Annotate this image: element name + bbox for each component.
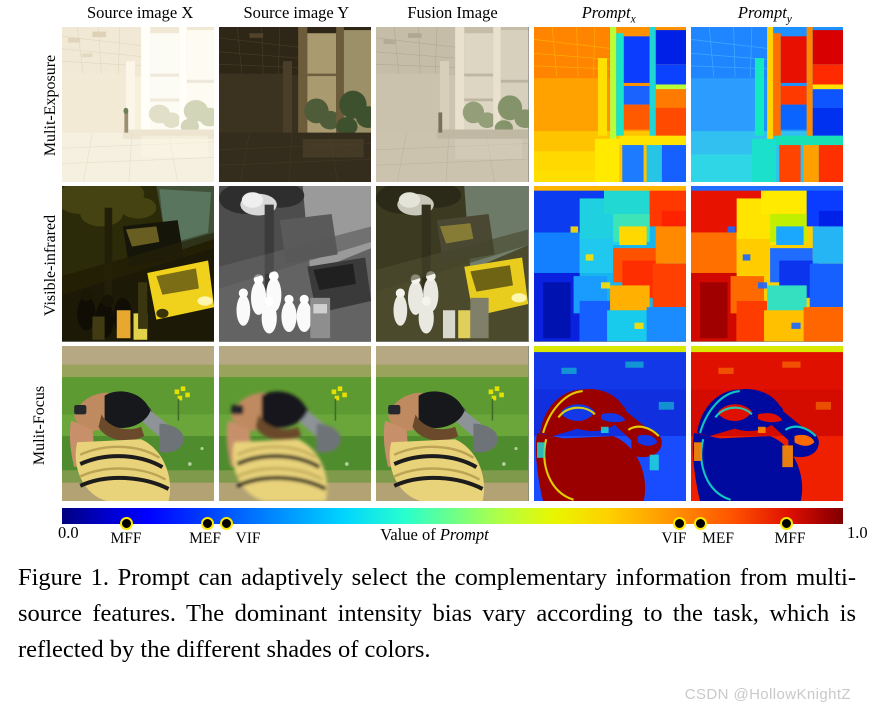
colorbar-marker-mff-left bbox=[119, 517, 133, 530]
column-header-fusion: Fusion Image bbox=[407, 3, 498, 22]
figure-panel: Source image X Source image Y Fusion Ima… bbox=[0, 0, 869, 552]
colorbar-marker-label-vif-right: VIF bbox=[661, 530, 687, 547]
row-label-visible-infrared: Visible-infrared bbox=[42, 214, 60, 317]
column-header-source-y: Source image Y bbox=[243, 3, 350, 22]
colorbar-marker-label-mef-left: MEF bbox=[189, 530, 221, 547]
cell-r1c4-prompt-x bbox=[533, 27, 686, 183]
colorbar-marker-mff-right bbox=[779, 517, 793, 530]
cell-r1c1-source-x bbox=[62, 27, 215, 183]
cell-r2c4-prompt-x bbox=[533, 186, 686, 342]
cell-r3c4-prompt-x bbox=[533, 345, 686, 501]
cell-r2c3-fusion bbox=[376, 186, 529, 342]
cell-r3c3-fusion bbox=[376, 345, 529, 501]
colorbar-marker-label-mef-right: MEF bbox=[702, 530, 734, 547]
colorbar-marker-label-vif-left: VIF bbox=[235, 530, 261, 547]
figure-caption: Figure 1. Prompt can adaptively select t… bbox=[18, 560, 856, 668]
column-header-source-x: Source image X bbox=[86, 3, 194, 22]
colorbar-marker-vif-right bbox=[672, 517, 686, 530]
colorbar-marker-mef-right bbox=[693, 517, 707, 530]
cell-r2c2-source-y bbox=[219, 186, 372, 342]
image-grid bbox=[62, 27, 843, 501]
row-label-multi-focus: Mulit-Focus bbox=[31, 385, 49, 466]
caption-text: Figure 1. Prompt can adaptively select t… bbox=[18, 564, 856, 663]
cell-r1c5-prompt-y bbox=[690, 27, 843, 183]
cell-r3c2-source-y bbox=[219, 345, 372, 501]
column-header-row: Source image X Source image Y Fusion Ima… bbox=[62, 0, 843, 25]
colorbar-marker-vif-left bbox=[219, 517, 233, 530]
cell-r1c2-source-y bbox=[219, 27, 372, 183]
cell-r3c1-source-x bbox=[62, 345, 215, 501]
column-header-prompt-x: Promptx bbox=[581, 3, 636, 26]
colorbar-gradient bbox=[62, 508, 843, 524]
row-label-multi-exposure: Mulit-Exposure bbox=[42, 54, 60, 157]
row-label-column: Mulit-Exposure Visible-infrared Mulit-Fo… bbox=[0, 27, 60, 502]
cell-r1c3-fusion bbox=[376, 27, 529, 183]
column-header-prompt-y: Prompty bbox=[737, 3, 792, 26]
cell-r2c1-source-x bbox=[62, 186, 215, 342]
subscript-x: x bbox=[630, 13, 636, 26]
colorbar-marker-label-mff-right: MFF bbox=[774, 530, 806, 547]
colorbar-section: 0.0 1.0 Value of Prompt MFF MEF VIF VIF … bbox=[0, 505, 869, 555]
watermark-text: CSDN @HollowKnightZ bbox=[684, 686, 851, 703]
colorbar-marker-mef-left bbox=[200, 517, 214, 530]
cell-r3c5-prompt-y bbox=[690, 345, 843, 501]
colorbar-marker-label-mff-left: MFF bbox=[110, 530, 142, 547]
cell-r2c5-prompt-y bbox=[690, 186, 843, 342]
subscript-y: y bbox=[786, 13, 792, 26]
